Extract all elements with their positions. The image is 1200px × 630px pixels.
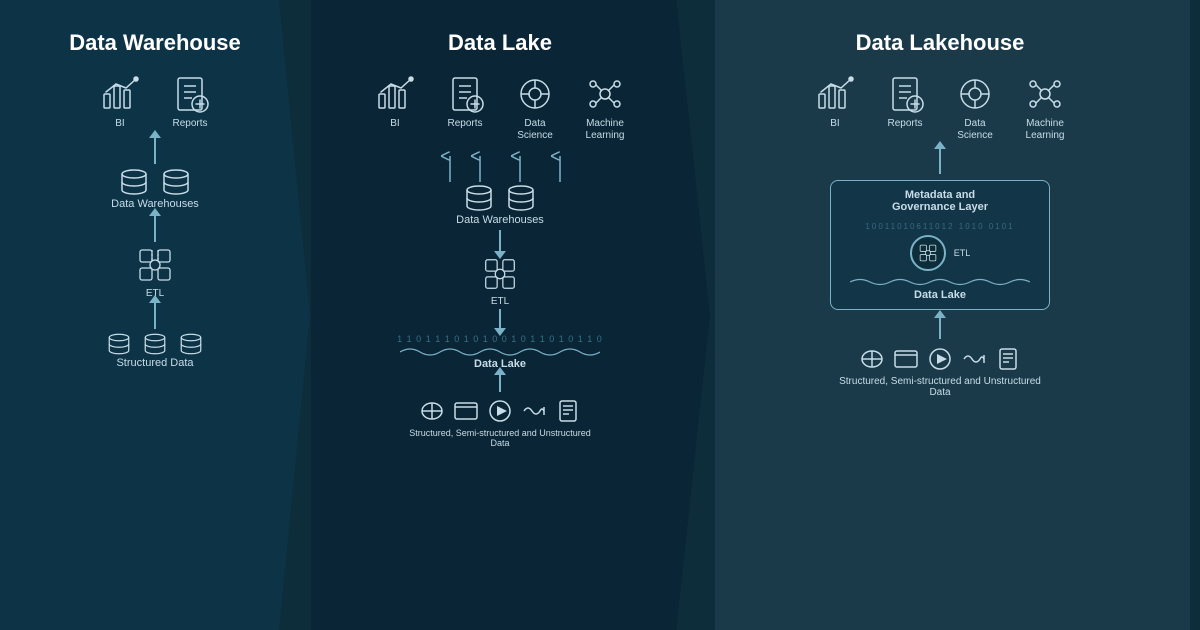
lakehouse-binary-bg: 10011010611012 1010 0101	[847, 221, 1033, 233]
lake-down-arrow2	[499, 309, 501, 329]
lakehouse-reports-icon: Reports	[879, 74, 931, 142]
lake-db-label: Data Warehouses	[456, 214, 544, 226]
lake-datascience-icon: DataScience	[509, 74, 561, 142]
lake-reports-icon: Reports	[439, 74, 491, 142]
lake-bottom-icons	[418, 397, 582, 425]
lake-down-arrow1	[499, 230, 501, 252]
warehouse-reports-icon: Reports	[164, 74, 216, 130]
lake-panel: Data Lake BI Reports DataScience Machine…	[290, 0, 710, 630]
lake-fork-arrows	[410, 146, 590, 182]
lakehouse-panel: Data Lakehouse BI Reports DataScience Ma…	[690, 0, 1190, 630]
lakehouse-up-arrow2	[939, 317, 941, 339]
lakehouse-etl-circle	[910, 235, 946, 271]
lake-datalake-box: 1 1 0 1 1 1 0 1 0 1 0 0 1 0 1 1 0 1 0 1 …	[310, 333, 690, 370]
warehouse-arrow3	[154, 301, 156, 329]
lakehouse-title: Data Lakehouse	[856, 30, 1025, 56]
lake-up-arrow	[499, 374, 501, 392]
warehouse-bi-icon: BI	[94, 74, 146, 130]
lakehouse-meta-label: Metadata andGovernance Layer	[843, 189, 1037, 213]
lake-bi-icon: BI	[369, 74, 421, 142]
lake-binary-text: 1 1 0 1 1 1 0 1 0 1 0 0 1 0 1 1 0 1 0 1 …	[310, 333, 690, 346]
lakehouse-bottom-icons	[858, 345, 1022, 373]
lake-title: Data Lake	[448, 30, 552, 56]
warehouse-db-icons	[118, 166, 192, 198]
lakehouse-ml-icon: MachineLearning	[1019, 74, 1071, 142]
lake-etl: ETL	[480, 254, 520, 307]
warehouse-structured-icons	[106, 331, 204, 357]
lake-etl-label: ETL	[491, 296, 509, 307]
lake-datalake-label: Data Lake	[310, 358, 690, 370]
lakehouse-bi-icon: BI	[809, 74, 861, 142]
lake-top-icons: BI Reports DataScience MachineLearning	[369, 74, 631, 142]
warehouse-arrow1	[154, 136, 156, 164]
warehouse-panel: Data Warehouse BI Reports Data Warehouse…	[0, 0, 310, 630]
lakehouse-meta-box: Metadata andGovernance Layer 10011010611…	[830, 180, 1050, 310]
warehouse-arrow2	[154, 214, 156, 242]
lakehouse-datascience-icon: DataScience	[949, 74, 1001, 142]
lake-ml-icon: MachineLearning	[579, 74, 631, 142]
lake-db-icons	[463, 182, 537, 214]
lakehouse-up-arrow	[939, 148, 941, 174]
warehouse-title: Data Warehouse	[69, 30, 241, 56]
warehouse-structured-label: Structured Data	[116, 357, 193, 369]
lakehouse-meta-etl-row: ETL	[847, 235, 1033, 271]
warehouse-etl: ETL	[134, 244, 176, 299]
lakehouse-top-icons: BI Reports DataScience MachineLearning	[809, 74, 1071, 142]
lakehouse-etl-label: ETL	[954, 248, 971, 258]
lakehouse-bottom-label: Structured, Semi-structured and Unstruct…	[830, 376, 1050, 398]
lakehouse-datalake-label: Data Lake	[843, 289, 1037, 301]
warehouse-top-icons: BI Reports	[94, 74, 216, 130]
lake-bottom-label: Structured, Semi-structured and Unstruct…	[400, 428, 600, 448]
